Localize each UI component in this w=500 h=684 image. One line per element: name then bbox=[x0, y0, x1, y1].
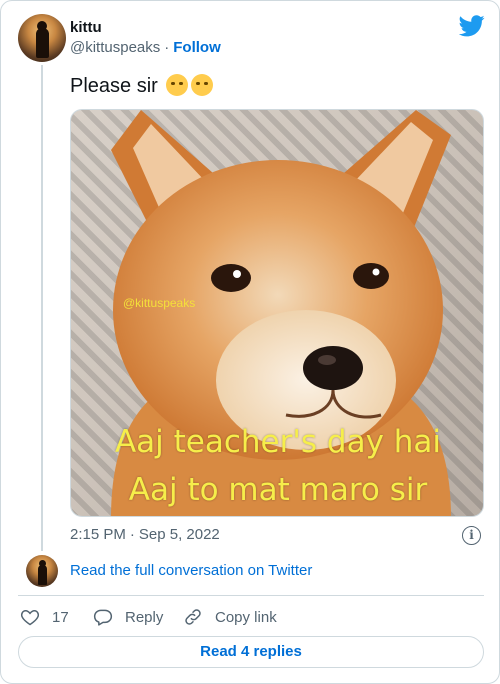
author-avatar[interactable] bbox=[18, 14, 66, 62]
copy-link-button[interactable]: Copy link bbox=[183, 606, 277, 628]
conversation-avatar bbox=[26, 555, 58, 587]
image-caption-line1: Aaj teacher's day hai bbox=[114, 424, 442, 460]
copy-link-label: Copy link bbox=[215, 608, 277, 626]
read-full-conversation-link[interactable]: Read the full conversation on Twitter bbox=[70, 562, 312, 579]
image-caption-line2: Aaj to mat maro sir bbox=[128, 472, 428, 508]
handle-separator: · bbox=[164, 39, 170, 56]
info-icon[interactable]: i bbox=[462, 526, 481, 545]
reply-label: Reply bbox=[125, 608, 164, 626]
author-display-name[interactable]: kittu bbox=[70, 19, 102, 36]
reply-button[interactable]: Reply bbox=[93, 606, 163, 628]
like-button[interactable]: 17 bbox=[20, 606, 69, 628]
like-count: 17 bbox=[52, 608, 69, 626]
heart-icon bbox=[20, 609, 40, 626]
author-handle-row: @kittuspeaks · Follow bbox=[70, 39, 221, 56]
image-watermark: @kittuspeaks bbox=[123, 296, 196, 310]
tweet-date: Sep 5, 2022 bbox=[138, 526, 220, 543]
follow-button[interactable]: Follow bbox=[173, 39, 221, 56]
author-handle[interactable]: @kittuspeaks bbox=[70, 39, 160, 56]
link-icon bbox=[185, 609, 201, 625]
tweet-text: Please sir bbox=[70, 73, 214, 99]
sneezing-face-icon bbox=[166, 74, 189, 96]
actions-divider bbox=[18, 595, 484, 596]
face-with-rolling-eyes-icon bbox=[191, 74, 214, 96]
time-separator: · bbox=[129, 526, 135, 543]
tweet-media-image[interactable]: @kittuspeaks Aaj teacher's day hai Aaj t… bbox=[70, 109, 484, 517]
speech-bubble-icon bbox=[93, 609, 113, 626]
twitter-bird-icon[interactable] bbox=[459, 15, 485, 37]
thread-line bbox=[41, 65, 43, 551]
tweet-timestamp[interactable]: 2:15 PM · Sep 5, 2022 bbox=[70, 526, 220, 543]
read-replies-button[interactable]: Read 4 replies bbox=[18, 636, 484, 668]
tweet-text-content: Please sir bbox=[70, 75, 158, 97]
embedded-tweet-card: kittu @kittuspeaks · Follow Please sir @… bbox=[0, 0, 500, 684]
tweet-time: 2:15 PM bbox=[70, 526, 126, 543]
